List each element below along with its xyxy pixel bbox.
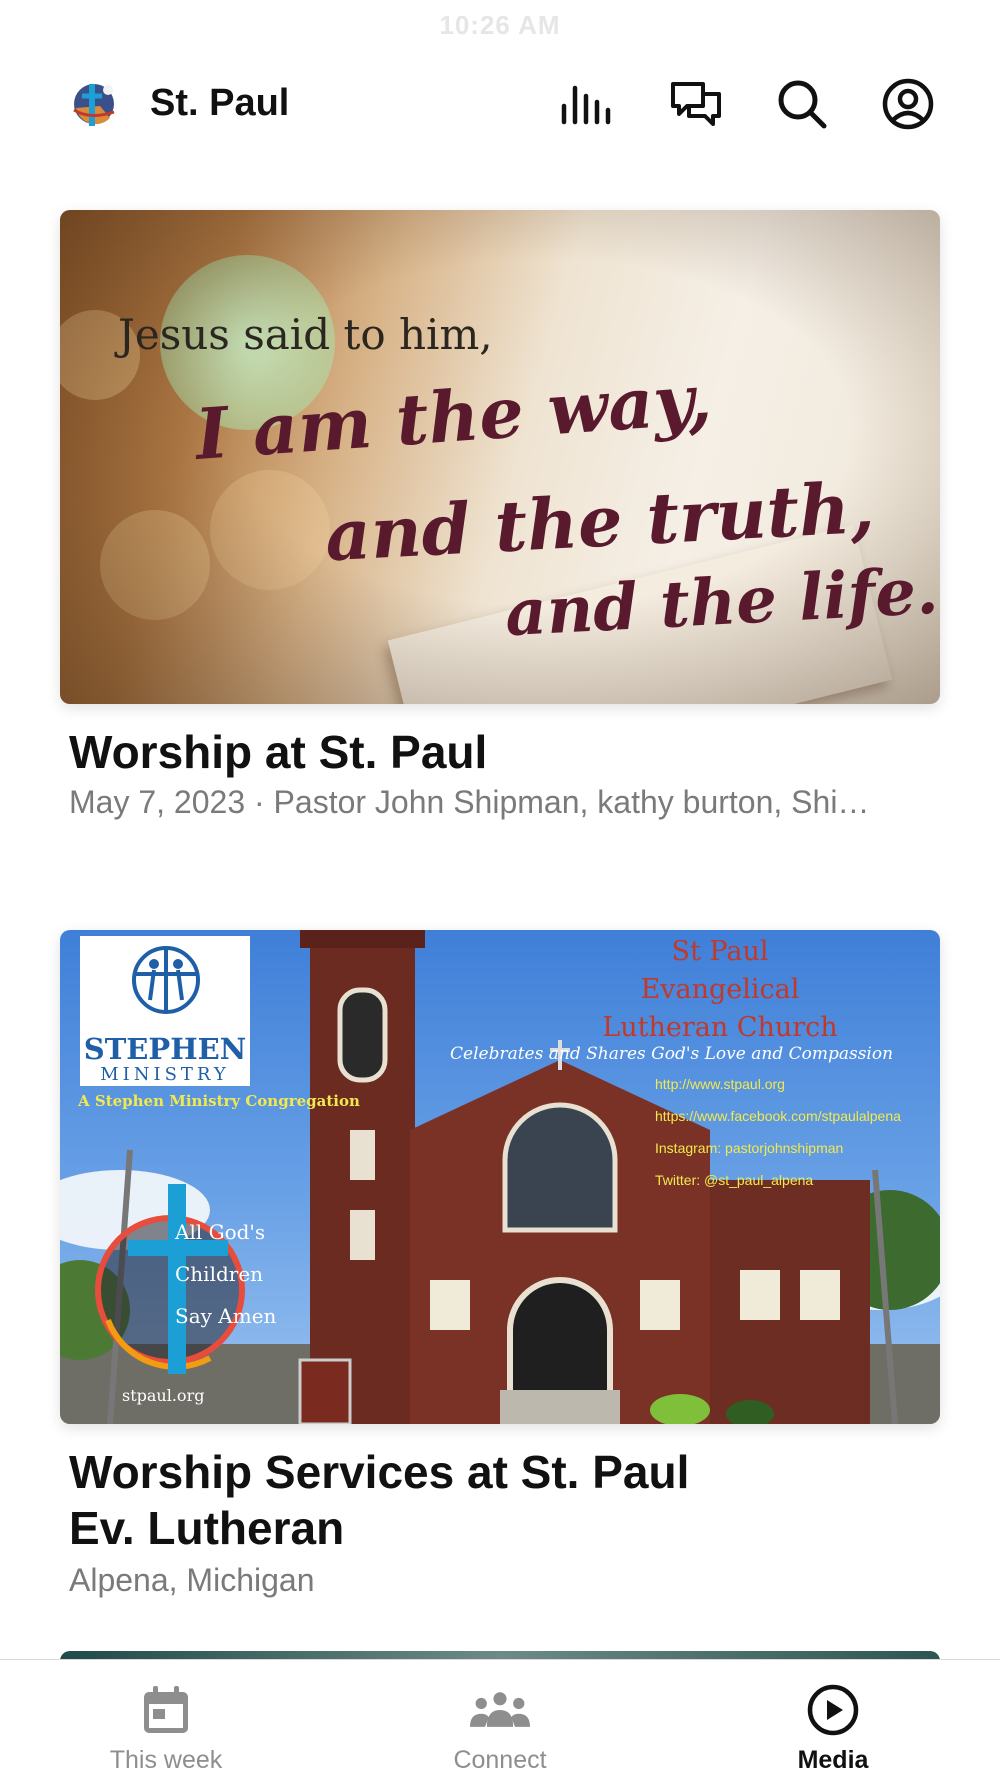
card-subtitle: Alpena, Michigan [69, 1562, 315, 1598]
play-circle-icon [803, 1680, 863, 1740]
card-title-line1: Worship Services at St. Paul [69, 1446, 690, 1498]
calendar-icon [136, 1680, 196, 1740]
stephen-ministry-logo: STEPHEN MINISTRY [80, 936, 250, 1086]
app-header: St. Paul [0, 70, 1000, 136]
church-link-instagram: Instagram: pastorjohnshipman [655, 1140, 844, 1156]
church-link-twitter: Twitter: @st_paul_alpena [655, 1172, 814, 1188]
church-name-line2: Evangelical [640, 974, 800, 1005]
church-thumbnail[interactable]: STEPHEN MINISTRY A Stephen Ministry Cong… [60, 930, 940, 1424]
church-link-facebook: https://www.facebook.com/stpaulalpena [655, 1108, 901, 1124]
card-subtitle: May 7, 2023 · Pastor John Shipman, kathy… [69, 784, 870, 820]
card-title: Worship at St. Paul [69, 726, 488, 778]
verse-line-1: Jesus said to him, [118, 310, 493, 359]
tab-label: Media [797, 1746, 869, 1774]
badge-line-3: Say Amen [175, 1304, 277, 1328]
status-time: 10:26 AM [439, 10, 561, 40]
people-group-icon [470, 1680, 530, 1740]
badge-site: stpaul.org [122, 1386, 205, 1405]
app-title: St. Paul [150, 82, 290, 124]
church-motto: Celebrates and Shares God's Love and Com… [450, 1044, 894, 1064]
ministry-name: STEPHEN [83, 1032, 247, 1066]
sermon-thumbnail[interactable]: Jesus said to him, I am the way, and the… [60, 210, 940, 704]
tab-label: This week [109, 1746, 223, 1774]
profile-icon[interactable] [880, 76, 936, 132]
audio-bars-icon[interactable] [560, 76, 616, 132]
church-link-website: http://www.stpaul.org [655, 1076, 785, 1092]
bottom-tab-bar: This week Connect Media [0, 1659, 1000, 1778]
tab-connect[interactable]: Connect [380, 1660, 620, 1778]
media-card-worship[interactable]: Jesus said to him, I am the way, and the… [60, 210, 940, 830]
badge-line-2: Children [175, 1262, 264, 1286]
church-name-line1: St Paul [671, 936, 769, 967]
ministry-tagline: A Stephen Ministry Congregation [78, 1092, 360, 1110]
church-logo-icon[interactable] [70, 76, 120, 130]
tab-media[interactable]: Media [713, 1660, 953, 1778]
church-name-line3: Lutheran Church [602, 1012, 838, 1043]
tab-label: Connect [453, 1746, 547, 1774]
search-icon[interactable] [774, 76, 830, 132]
badge-line-1: All God's [175, 1220, 266, 1244]
tab-this-week[interactable]: This week [46, 1660, 286, 1778]
card-title-line2: Ev. Lutheran [69, 1502, 345, 1554]
media-card-services[interactable]: STEPHEN MINISTRY A Stephen Ministry Cong… [60, 930, 940, 1610]
chat-bubbles-icon[interactable] [668, 76, 724, 132]
ministry-name-2: MINISTRY [100, 1064, 230, 1085]
stephen-ministry-emblem-icon [132, 946, 200, 1014]
